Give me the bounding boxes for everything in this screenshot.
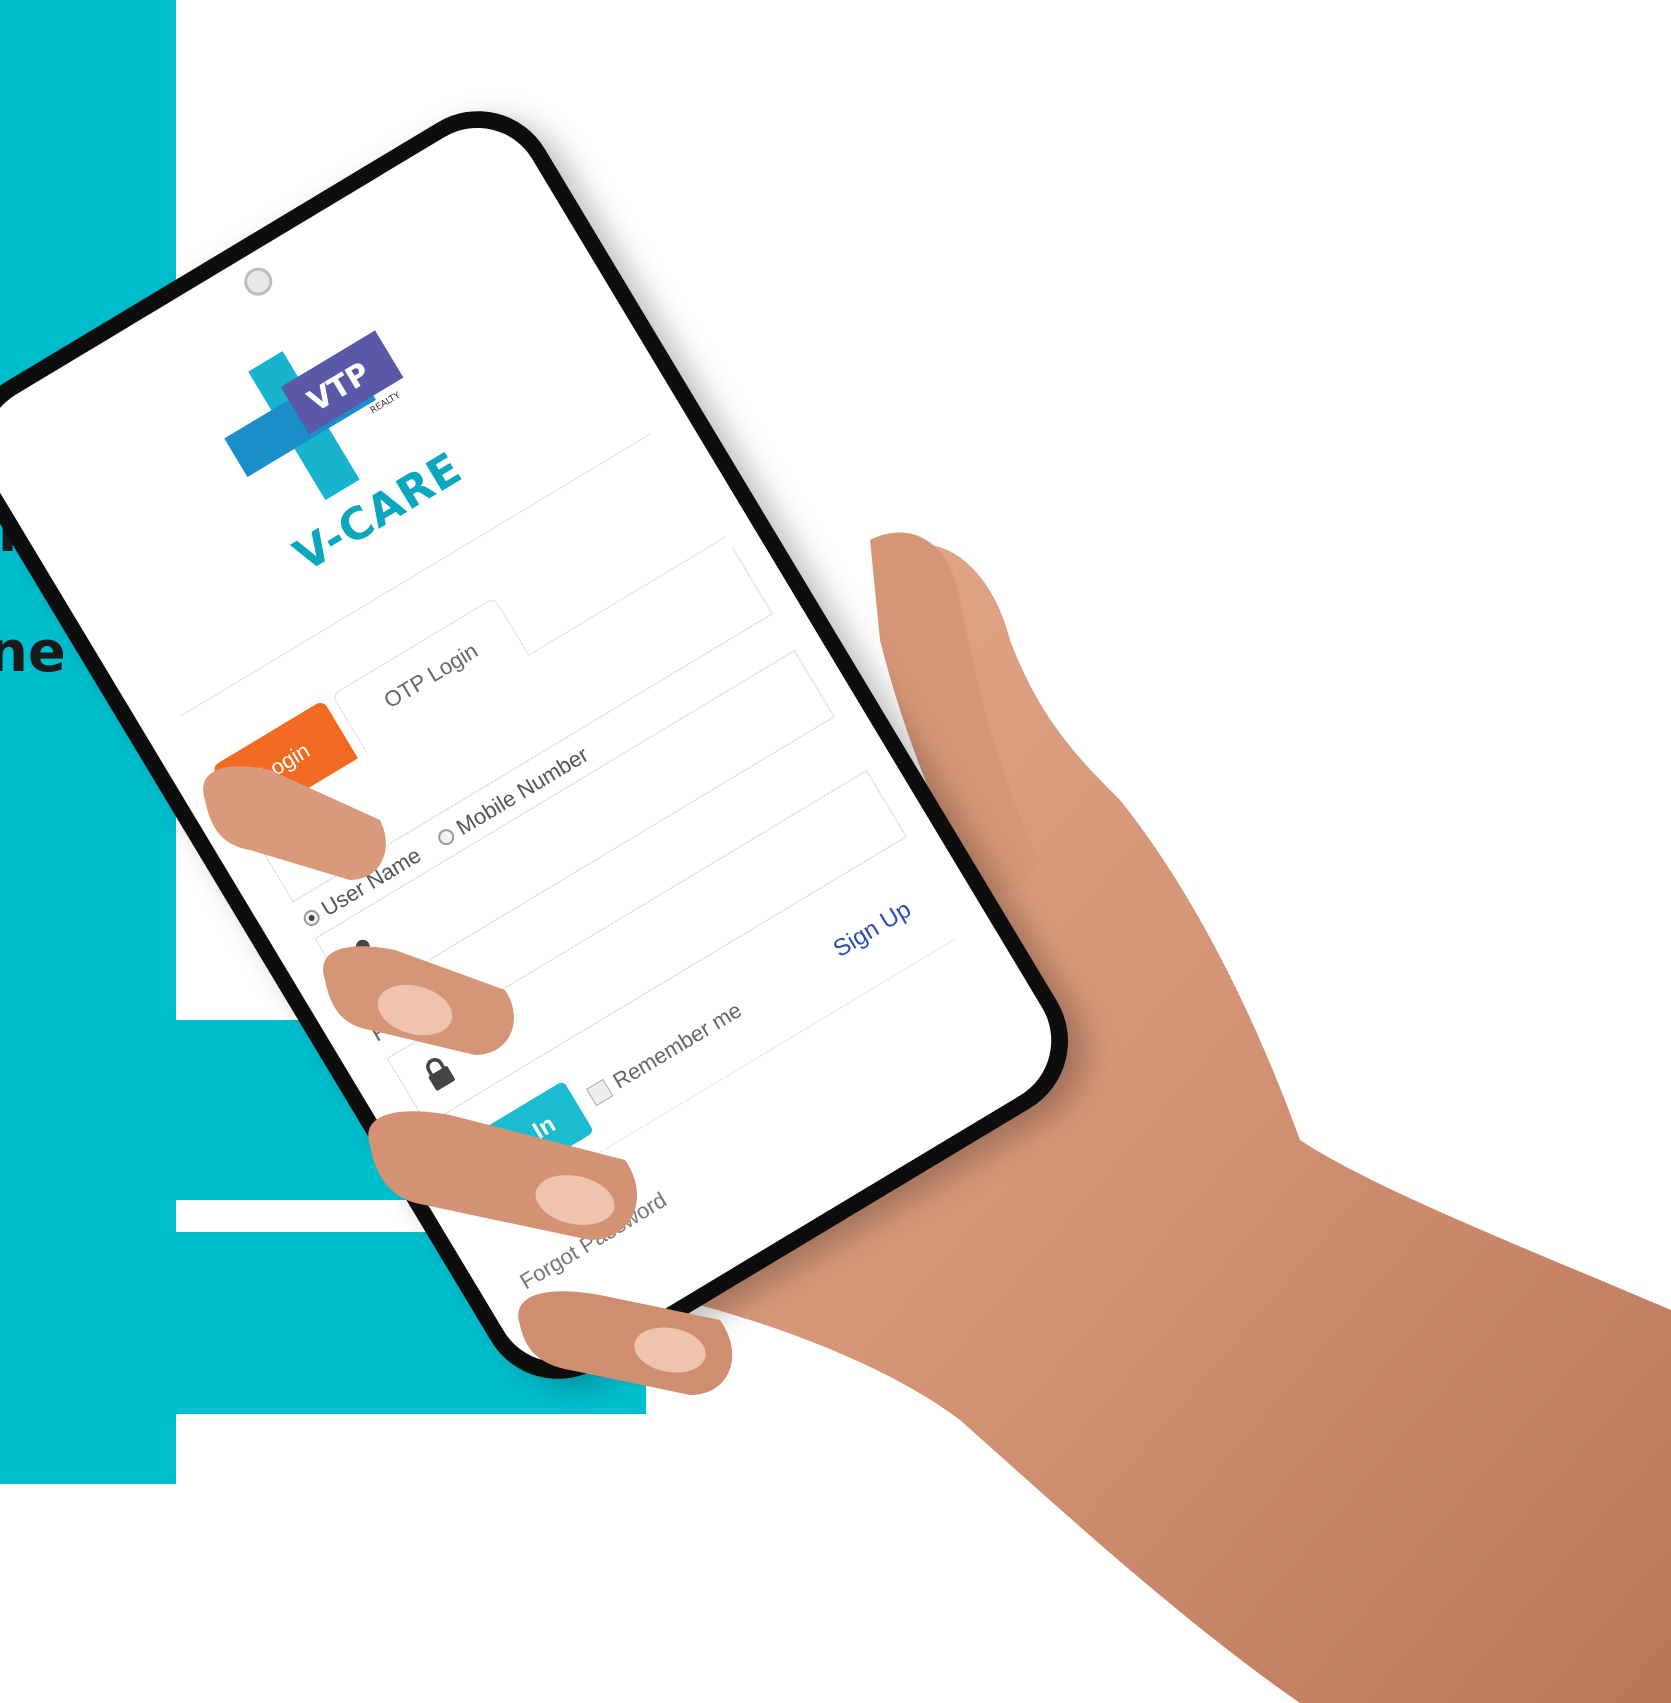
radio-dot-icon	[435, 825, 458, 848]
photo-stage: rs ne VTP REALTY	[0, 0, 1671, 1703]
remember-me-label: Remember me	[608, 997, 746, 1094]
forgot-password-link[interactable]: Forgot Password	[515, 1187, 671, 1295]
sign-up-link[interactable]: Sign Up	[829, 896, 917, 964]
radio-dot-icon	[300, 907, 323, 929]
checkbox-icon	[585, 1078, 614, 1107]
front-camera-icon	[239, 262, 278, 301]
user-icon	[355, 939, 385, 972]
lock-icon	[426, 1058, 455, 1091]
